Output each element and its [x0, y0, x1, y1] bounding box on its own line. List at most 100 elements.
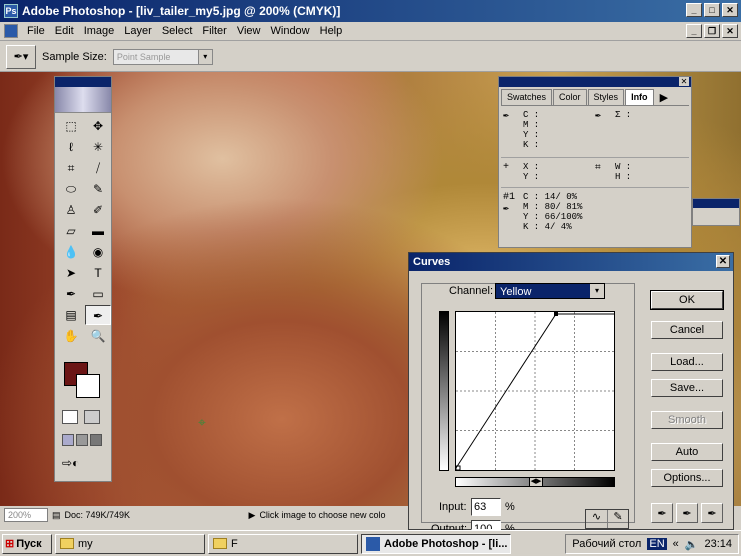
- quickmask-mode-icon[interactable]: [84, 410, 100, 424]
- options-bar: ✒▾ Sample Size: Point Sample ▾: [0, 42, 741, 72]
- status-hint: Click image to choose new colo: [259, 510, 386, 520]
- chevron-down-icon: ▾: [590, 284, 604, 298]
- options-button[interactable]: Options...: [651, 469, 723, 487]
- zoom-tool-icon[interactable]: 🔍: [85, 326, 111, 346]
- shape-tool-icon[interactable]: ▭: [85, 284, 111, 304]
- input-field[interactable]: 63: [471, 498, 501, 516]
- document-icon[interactable]: [4, 24, 18, 38]
- gray-point-eyedropper-icon[interactable]: ✒: [676, 503, 698, 523]
- adobe-logo-icon[interactable]: [55, 87, 111, 113]
- menu-filter[interactable]: Filter: [197, 25, 231, 37]
- standard-mode-icon[interactable]: [62, 410, 78, 424]
- pencil-tool-icon[interactable]: ✎: [608, 510, 628, 528]
- windows-logo-icon: ⊞: [5, 538, 15, 550]
- tab-info[interactable]: Info: [625, 89, 654, 105]
- pen-tool-icon[interactable]: ✒: [58, 284, 84, 304]
- slice-tool-icon[interactable]: ⧸: [85, 158, 111, 178]
- sample-size-select[interactable]: Point Sample ▾: [112, 48, 213, 65]
- photoshop-icon: Ps: [4, 4, 18, 18]
- minimize-button[interactable]: _: [686, 3, 702, 17]
- smooth-button[interactable]: Smooth: [651, 411, 723, 429]
- history-brush-tool-icon[interactable]: ✐: [85, 200, 111, 220]
- curve-tool-icon[interactable]: ∿: [586, 510, 608, 528]
- clone-stamp-tool-icon[interactable]: ♙: [58, 200, 84, 220]
- curve-graph[interactable]: [455, 311, 615, 471]
- menu-layer[interactable]: Layer: [119, 25, 157, 37]
- brush-tool-icon[interactable]: ✎: [85, 179, 111, 199]
- window-title: Adobe Photoshop - [liv_tailer_my5.jpg @ …: [22, 4, 341, 18]
- task-my[interactable]: my: [55, 533, 205, 554]
- jump-to-imageready-icon[interactable]: ⇨◐: [62, 456, 106, 474]
- move-tool-icon[interactable]: ✥: [85, 116, 111, 136]
- tab-color[interactable]: Color: [553, 89, 587, 105]
- gradient-tool-icon[interactable]: ▬: [85, 221, 111, 241]
- doc-minimize-button[interactable]: _: [686, 24, 702, 38]
- info-y-label: Y :: [523, 130, 540, 140]
- ok-button[interactable]: OK: [650, 290, 724, 310]
- task-f[interactable]: F: [208, 533, 358, 554]
- menu-image[interactable]: Image: [79, 25, 120, 37]
- panel-menu-icon[interactable]: ▶: [655, 89, 673, 105]
- doc-size[interactable]: Doc: 749K/749K: [65, 510, 245, 520]
- menu-edit[interactable]: Edit: [50, 25, 79, 37]
- eyedropper-tool-icon[interactable]: ✒: [85, 305, 111, 325]
- maximize-button[interactable]: □: [704, 3, 720, 17]
- screen-mode-full-menu-icon[interactable]: [76, 434, 88, 446]
- blur-tool-icon[interactable]: 💧: [58, 242, 84, 262]
- marquee-tool-icon[interactable]: ⬚: [58, 116, 84, 136]
- healing-brush-tool-icon[interactable]: ⬭: [58, 179, 84, 199]
- info-panel-header[interactable]: ✕: [499, 77, 691, 87]
- curve-point[interactable]: [554, 312, 558, 316]
- status-menu-icon[interactable]: ▶: [249, 510, 256, 521]
- cancel-button[interactable]: Cancel: [651, 321, 723, 339]
- sample-c-value: C : 14/ 0%: [523, 192, 578, 202]
- lasso-tool-icon[interactable]: ℓ: [58, 137, 84, 157]
- start-button[interactable]: ⊞ Пуск: [2, 533, 52, 554]
- hidden-panel-header[interactable]: [693, 199, 739, 208]
- close-button[interactable]: ✕: [722, 3, 738, 17]
- hand-tool-icon[interactable]: ✋: [58, 326, 84, 346]
- menu-select[interactable]: Select: [157, 25, 198, 37]
- type-tool-icon[interactable]: T: [85, 263, 111, 283]
- menu-file[interactable]: File: [22, 25, 50, 37]
- load-button[interactable]: Load...: [651, 353, 723, 371]
- curves-title-bar[interactable]: Curves ✕: [409, 253, 733, 271]
- save-button[interactable]: Save...: [651, 379, 723, 397]
- tab-styles[interactable]: Styles: [587, 89, 625, 105]
- output-field[interactable]: 100: [471, 520, 501, 530]
- tab-swatches[interactable]: Swatches: [501, 89, 553, 105]
- notes-tool-icon[interactable]: ▤: [58, 305, 84, 325]
- black-point-eyedropper-icon[interactable]: ✒: [651, 503, 673, 523]
- screen-mode-standard-icon[interactable]: [62, 434, 74, 446]
- channel-select[interactable]: Yellow ▾: [495, 283, 605, 299]
- doc-close-button[interactable]: ✕: [722, 24, 738, 38]
- white-point-eyedropper-icon[interactable]: ✒: [701, 503, 723, 523]
- screen-mode-full-icon[interactable]: [90, 434, 102, 446]
- clock[interactable]: 23:14: [704, 538, 732, 550]
- gradient-toggle-icon[interactable]: ◀▶: [529, 477, 543, 487]
- close-icon[interactable]: ✕: [679, 77, 689, 86]
- toolbox-header[interactable]: [55, 77, 111, 87]
- crop-tool-icon[interactable]: ⌗: [58, 158, 84, 178]
- eraser-tool-icon[interactable]: ▱: [58, 221, 84, 241]
- sample-m-value: M : 80/ 81%: [523, 202, 583, 212]
- background-color-swatch[interactable]: [76, 374, 100, 398]
- close-icon[interactable]: ✕: [716, 255, 730, 268]
- sample-k-value: K : 4/ 4%: [523, 222, 572, 232]
- menu-window[interactable]: Window: [266, 25, 315, 37]
- magic-wand-tool-icon[interactable]: ✳: [85, 137, 111, 157]
- task-photoshop[interactable]: Adobe Photoshop - [li...: [361, 533, 511, 554]
- info-k-label: K :: [523, 140, 540, 150]
- auto-button[interactable]: Auto: [651, 443, 723, 461]
- tool-preset-picker[interactable]: ✒▾: [6, 44, 36, 69]
- desktop-label[interactable]: Рабочий стол: [572, 538, 641, 550]
- zoom-field[interactable]: 200%: [4, 508, 48, 522]
- tray-expand-icon[interactable]: «: [673, 538, 679, 550]
- menu-help[interactable]: Help: [315, 25, 348, 37]
- dodge-tool-icon[interactable]: ◉: [85, 242, 111, 262]
- menu-view[interactable]: View: [232, 25, 266, 37]
- path-select-tool-icon[interactable]: ➤: [58, 263, 84, 283]
- volume-icon[interactable]: 🔈: [685, 538, 699, 551]
- doc-restore-button[interactable]: ❐: [704, 24, 720, 38]
- language-indicator[interactable]: EN: [647, 538, 667, 550]
